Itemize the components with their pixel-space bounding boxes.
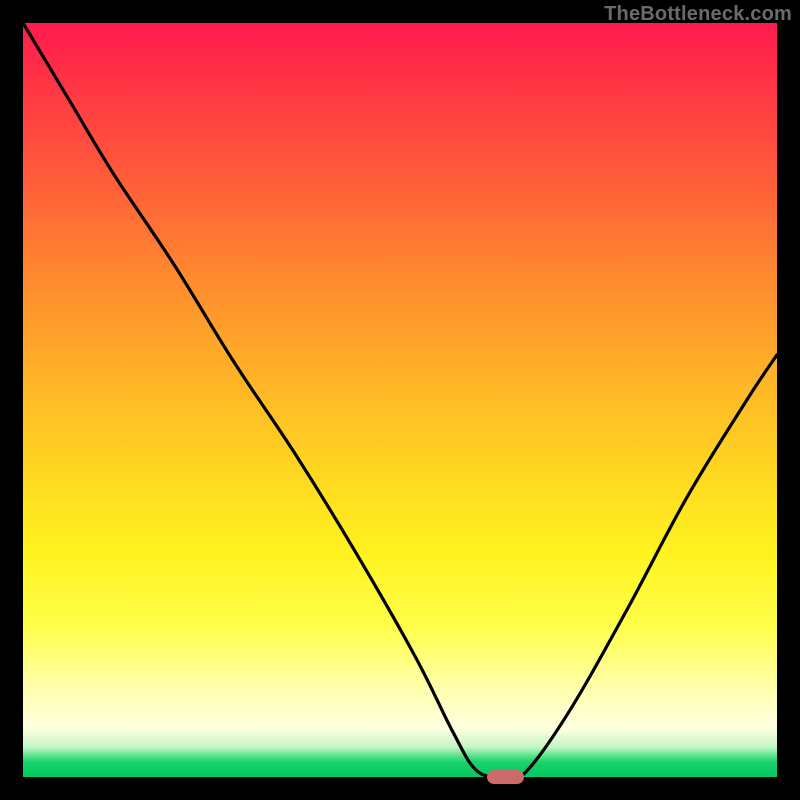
bottleneck-curve (23, 23, 777, 777)
optimal-marker (487, 770, 525, 784)
watermark-text: TheBottleneck.com (604, 3, 792, 26)
chart-frame: TheBottleneck.com (0, 0, 800, 800)
